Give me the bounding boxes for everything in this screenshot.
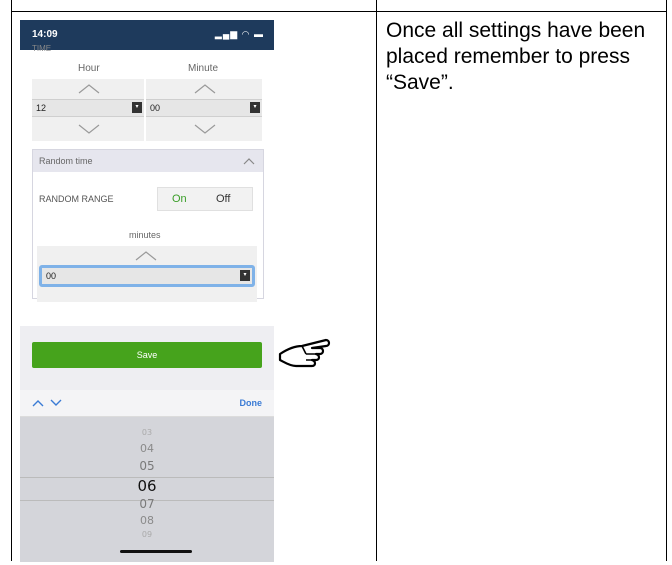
phone-screenshot: 14:09 ▂▄▆ ◠ ▬ TIME Hour Minute 12 ▾ 00 ▾…	[20, 20, 274, 565]
minute-select[interactable]: 00 ▾	[146, 99, 262, 117]
hour-down-chevron-icon[interactable]	[78, 124, 100, 134]
hour-select[interactable]: 12 ▾	[32, 99, 144, 117]
chevron-up-icon	[243, 158, 255, 165]
dropdown-arrow-icon: ▾	[132, 102, 142, 113]
random-time-panel: Random time RANDOM RANGE On Off minutes …	[32, 149, 264, 302]
home-indicator	[120, 550, 192, 553]
random-range-label: RANDOM RANGE	[39, 194, 114, 204]
previous-chevron-up-icon[interactable]	[32, 399, 44, 407]
picker-item[interactable]: 06	[20, 477, 274, 495]
toggle-off-option[interactable]: Off	[216, 193, 230, 205]
hour-value: 12	[36, 103, 47, 113]
save-button[interactable]: Save	[32, 342, 262, 368]
picker-item[interactable]: 08	[20, 514, 274, 527]
status-bar: 14:09 ▂▄▆ ◠ ▬	[20, 20, 274, 50]
random-range-toggle[interactable]: On Off	[157, 187, 253, 211]
picker-item[interactable]: 09	[20, 530, 274, 539]
picker-item[interactable]: 04	[20, 442, 274, 455]
table-border-left	[11, 0, 12, 561]
time-section-label: TIME	[32, 44, 52, 53]
done-button[interactable]: Done	[240, 398, 263, 408]
dropdown-arrow-icon: ▾	[250, 102, 260, 113]
minute-label: Minute	[188, 63, 219, 74]
picker-item[interactable]: 05	[20, 459, 274, 473]
hour-label: Hour	[78, 63, 100, 74]
table-border-middle	[376, 0, 377, 561]
minute-value: 00	[150, 103, 161, 113]
toggle-on-option[interactable]: On	[172, 193, 187, 205]
table-border-top	[11, 11, 667, 12]
dropdown-arrow-icon: ▾	[240, 270, 250, 281]
minutes-select[interactable]: 00 ▾	[39, 265, 255, 287]
pointing-hand-icon	[278, 338, 331, 368]
picker-item[interactable]: 07	[20, 497, 274, 511]
random-time-title: Random time	[39, 156, 93, 166]
picker-item[interactable]: 03	[20, 428, 274, 437]
instruction-text: Once all settings have been placed remem…	[386, 19, 646, 94]
minute-up-chevron-icon[interactable]	[194, 84, 216, 94]
random-time-header[interactable]: Random time	[33, 150, 263, 172]
minutes-value: 00	[46, 271, 57, 281]
minutes-up-chevron-icon[interactable]	[135, 251, 157, 261]
next-chevron-down-icon[interactable]	[50, 399, 62, 407]
table-border-right	[666, 0, 667, 561]
status-time: 14:09	[32, 29, 58, 40]
status-icons: ▂▄▆ ◠ ▬	[214, 29, 264, 39]
minutes-label: minutes	[129, 230, 161, 240]
hour-up-chevron-icon[interactable]	[78, 84, 100, 94]
minute-down-chevron-icon[interactable]	[194, 124, 216, 134]
keyboard-accessory-bar: Done	[20, 390, 274, 417]
